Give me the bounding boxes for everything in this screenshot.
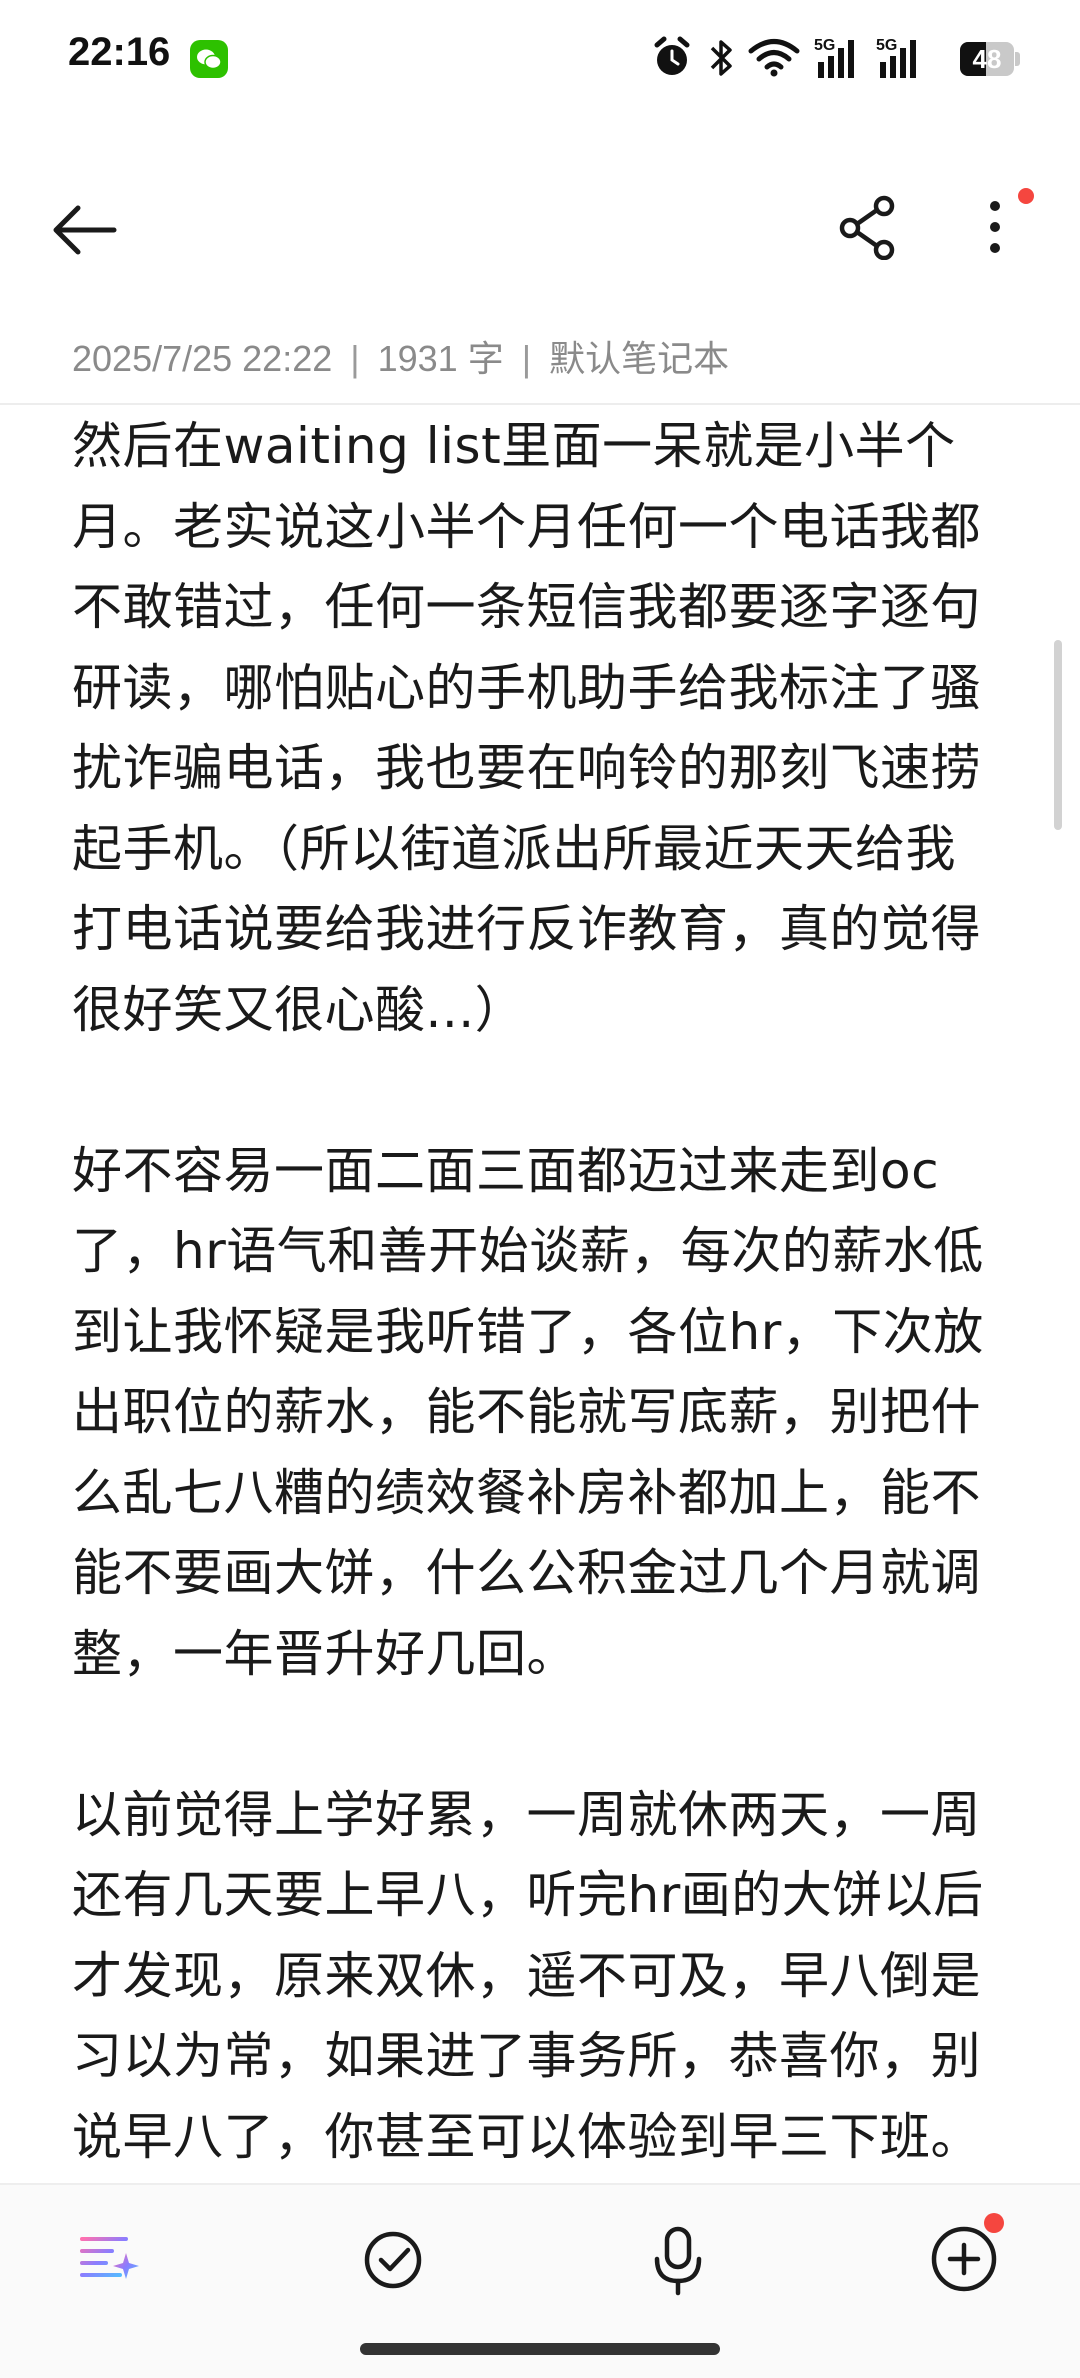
5g-signal-icon: 5G xyxy=(876,37,916,78)
more-vertical-icon[interactable] xyxy=(970,188,1040,268)
note-meta: 2025/7/25 22:22 | 1931 字 | 默认笔记本 xyxy=(72,330,729,382)
note-date: 2025/7/25 22:22 xyxy=(72,338,333,379)
home-indicator[interactable] xyxy=(360,2343,720,2355)
note-paragraph[interactable]: 好不容易一面二面三面都迈过来走到oc了，hr语气和善开始谈薪，每次的薪水低到让我… xyxy=(72,1131,996,1695)
add-icon[interactable] xyxy=(926,2211,1006,2297)
status-time: 22:16 xyxy=(68,30,171,74)
wechat-icon xyxy=(190,40,228,78)
word-count: 1931 字 xyxy=(377,338,504,379)
notebook-name[interactable]: 默认笔记本 xyxy=(549,338,729,379)
checklist-icon[interactable] xyxy=(358,2225,428,2295)
notification-dot xyxy=(984,2213,1004,2233)
wifi-icon xyxy=(748,39,800,77)
battery-icon: 48 xyxy=(960,42,1020,76)
microphone-icon[interactable] xyxy=(643,2223,713,2299)
svg-text:5G: 5G xyxy=(814,37,835,54)
bluetooth-icon xyxy=(710,40,732,76)
arrow-left-icon[interactable] xyxy=(48,200,120,260)
note-paragraph[interactable]: 然后在waiting list里面一呆就是小半个月。老实说这小半个月任何一个电话… xyxy=(72,406,996,1050)
status-bar: 22:16 5G 5G 48 xyxy=(0,0,1080,118)
note-paragraph[interactable]: 以前觉得上学好累，一周就休两天，一周还有几天要上早八，听完hr画的大饼以后才发现… xyxy=(72,1775,996,2177)
meta-separator: | xyxy=(350,338,360,379)
svg-text:5G: 5G xyxy=(876,37,897,54)
note-toolbar xyxy=(0,170,1080,290)
scrollbar[interactable] xyxy=(1054,640,1062,830)
battery-level: 48 xyxy=(972,44,1002,74)
divider xyxy=(0,403,1080,405)
meta-separator: | xyxy=(521,338,532,379)
notification-dot xyxy=(1018,188,1034,204)
share-icon[interactable] xyxy=(836,194,900,260)
note-body[interactable]: 然后在waiting list里面一呆就是小半个月。老实说这小半个月任何一个电话… xyxy=(72,406,996,2176)
ai-format-icon[interactable] xyxy=(74,2225,144,2295)
5g-signal-icon: 5G xyxy=(814,37,854,78)
alarm-icon xyxy=(654,36,690,75)
